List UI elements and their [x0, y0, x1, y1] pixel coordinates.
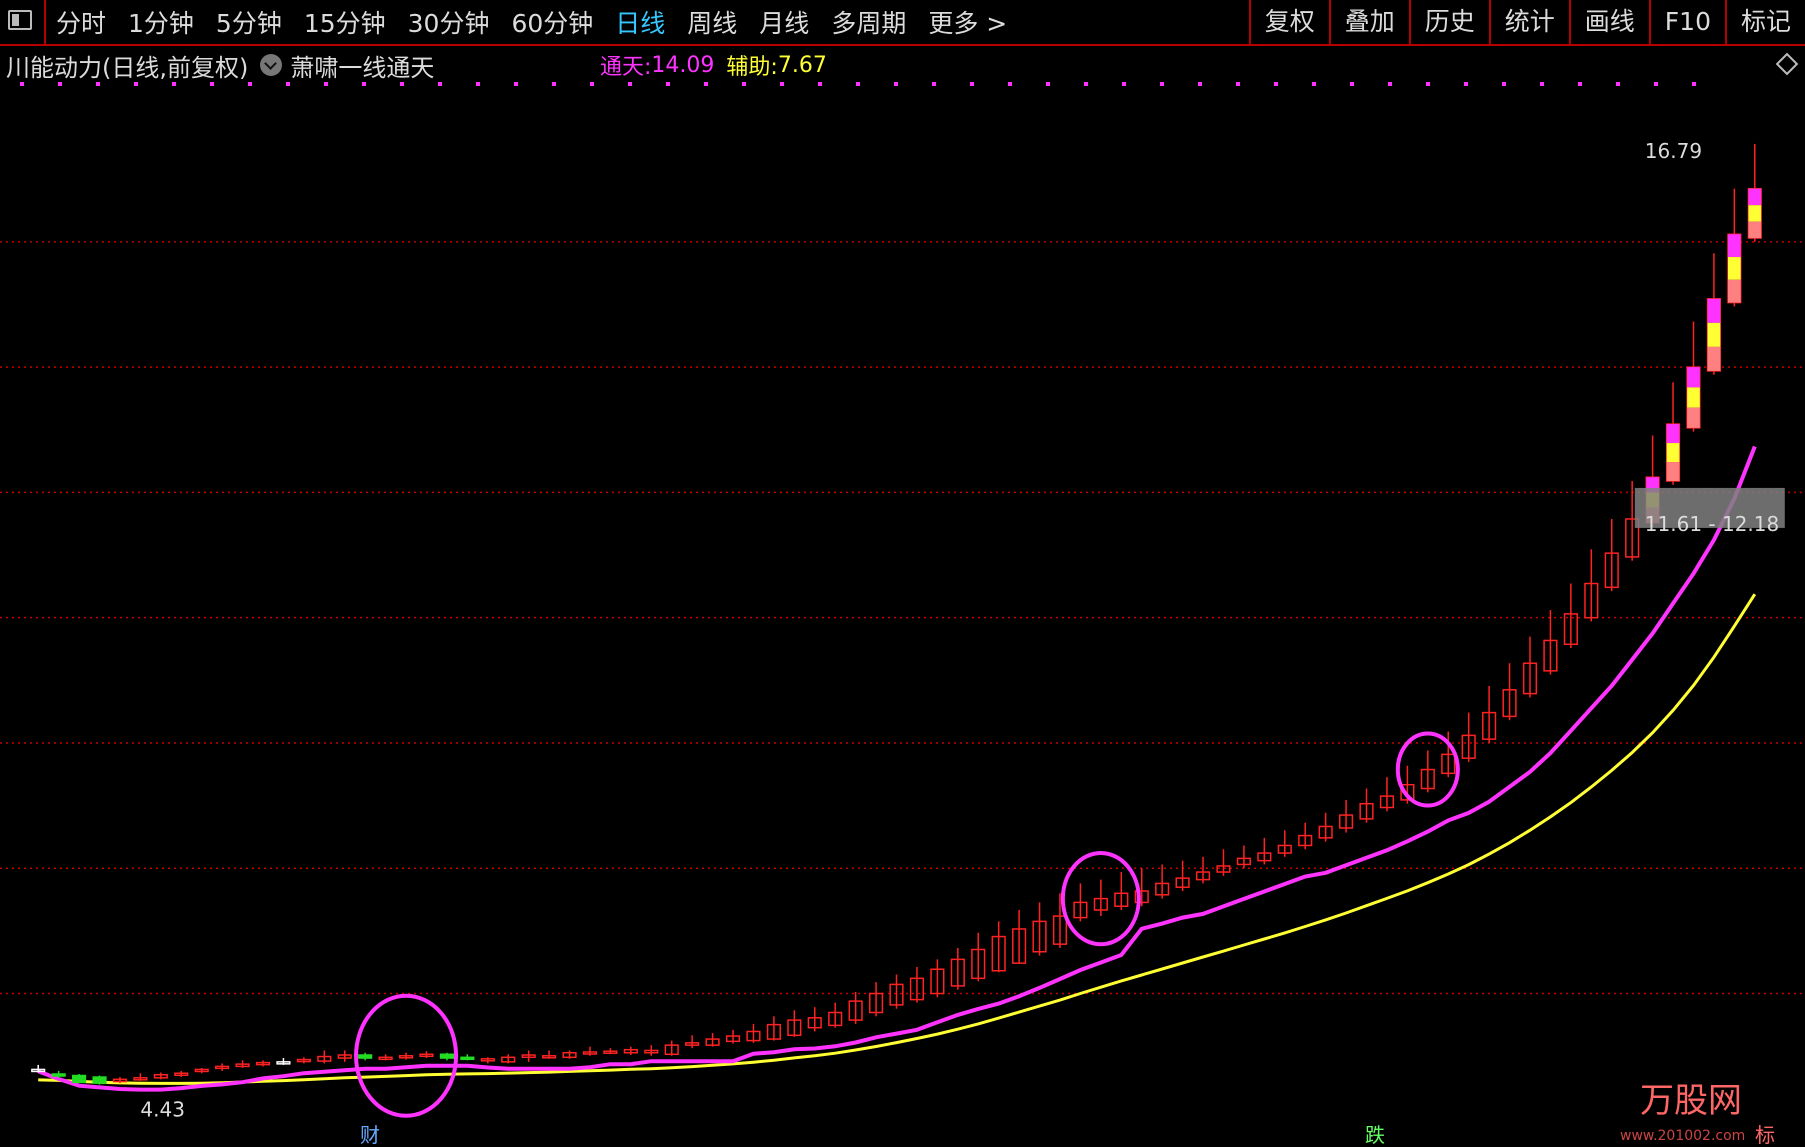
- top-dot-marker: [248, 82, 252, 86]
- candle-body: [72, 1074, 87, 1084]
- signal-bar-pink: [1687, 367, 1700, 388]
- top-dot-marker: [324, 82, 328, 86]
- top-dot-marker: [1350, 82, 1354, 86]
- top-dot-marker: [590, 82, 594, 86]
- chart-app: 分时 1分钟 5分钟 15分钟 30分钟 60分钟 日线 周线 月线 多周期 更…: [0, 0, 1805, 1147]
- top-dot-marker: [1616, 82, 1620, 86]
- top-dot-marker: [1046, 82, 1050, 86]
- top-dot-marker: [780, 82, 784, 86]
- top-dot-marker: [1654, 82, 1658, 86]
- candle-body: [460, 1056, 475, 1061]
- top-dot-marker: [1464, 82, 1468, 86]
- fuzhu-line: [38, 593, 1757, 1085]
- watermark-logo: 万股网: [1640, 1081, 1742, 1121]
- top-dot-marker: [134, 82, 138, 86]
- top-dot-marker: [286, 82, 290, 86]
- candle-body: [92, 1076, 107, 1084]
- top-dot-marker: [96, 82, 100, 86]
- candlestick-chart[interactable]: 16.79 11.61 - 12.18 4.43 财 跌 标万股网 www.201002.c…: [0, 0, 1805, 1147]
- top-dot-marker: [1160, 82, 1164, 86]
- top-dot-marker: [1692, 82, 1696, 86]
- signal-bar-pink: [1748, 188, 1762, 206]
- top-dot-marker: [172, 82, 176, 86]
- top-dot-marker: [1578, 82, 1582, 86]
- signal-bar-pink: [1666, 424, 1680, 444]
- top-dot-marker: [1122, 82, 1126, 86]
- signal-bar-yellow: [1687, 387, 1700, 408]
- high-price-label: 16.79: [1645, 139, 1702, 163]
- range-price-label: 11.61 - 12.18: [1645, 512, 1779, 536]
- top-dot-marker: [1008, 82, 1012, 86]
- top-dot-marker: [362, 82, 366, 86]
- top-dot-marker: [514, 82, 518, 86]
- top-dot-marker: [628, 82, 632, 86]
- top-dot-marker: [400, 82, 404, 86]
- top-dot-marker: [970, 82, 974, 86]
- top-dot-marker: [438, 82, 442, 86]
- signal-bar-salmon: [1707, 346, 1721, 371]
- top-dot-marker: [1198, 82, 1202, 86]
- low-price-label: 4.43: [140, 1097, 185, 1121]
- bottom-mark-cai: 财: [360, 1123, 380, 1147]
- top-dot-marker: [666, 82, 670, 86]
- top-dot-marker: [210, 82, 214, 86]
- signal-bar-salmon: [1666, 462, 1680, 482]
- top-dot-marker: [20, 82, 24, 86]
- signal-bar-salmon: [1748, 221, 1762, 239]
- top-dot-marker: [1540, 82, 1544, 86]
- top-dot-marker: [1084, 82, 1088, 86]
- bottom-mark-die: 跌: [1365, 1123, 1385, 1147]
- top-dot-marker: [856, 82, 860, 86]
- top-dot-marker: [932, 82, 936, 86]
- candle-body: [439, 1053, 455, 1059]
- top-dot-marker: [1236, 82, 1240, 86]
- signal-bar-pink: [1707, 298, 1721, 323]
- top-dot-marker: [476, 82, 480, 86]
- top-dot-marker: [58, 82, 62, 86]
- top-dot-marker: [742, 82, 746, 86]
- top-dot-marker: [1274, 82, 1278, 86]
- top-dot-marker: [818, 82, 822, 86]
- signal-bar-pink: [1728, 234, 1741, 258]
- signal-bar-yellow: [1707, 322, 1721, 347]
- candle-body: [358, 1054, 373, 1059]
- signal-bar-yellow: [1748, 205, 1762, 222]
- watermark-url: www.201002.com: [1620, 1128, 1745, 1144]
- signal-bar-yellow: [1666, 443, 1680, 463]
- top-dot-marker: [1388, 82, 1392, 86]
- top-dot-marker: [1312, 82, 1316, 86]
- bottom-mark-biao: 标: [1755, 1123, 1775, 1147]
- top-dot-marker: [894, 82, 898, 86]
- signal-bar-salmon: [1728, 279, 1741, 303]
- top-dot-marker: [552, 82, 556, 86]
- candle-body: [51, 1073, 66, 1077]
- top-dot-marker: [1502, 82, 1506, 86]
- signal-bar-yellow: [1728, 257, 1741, 280]
- signal-bar-salmon: [1687, 407, 1700, 428]
- top-dot-marker: [704, 82, 708, 86]
- top-dot-marker: [1426, 82, 1430, 86]
